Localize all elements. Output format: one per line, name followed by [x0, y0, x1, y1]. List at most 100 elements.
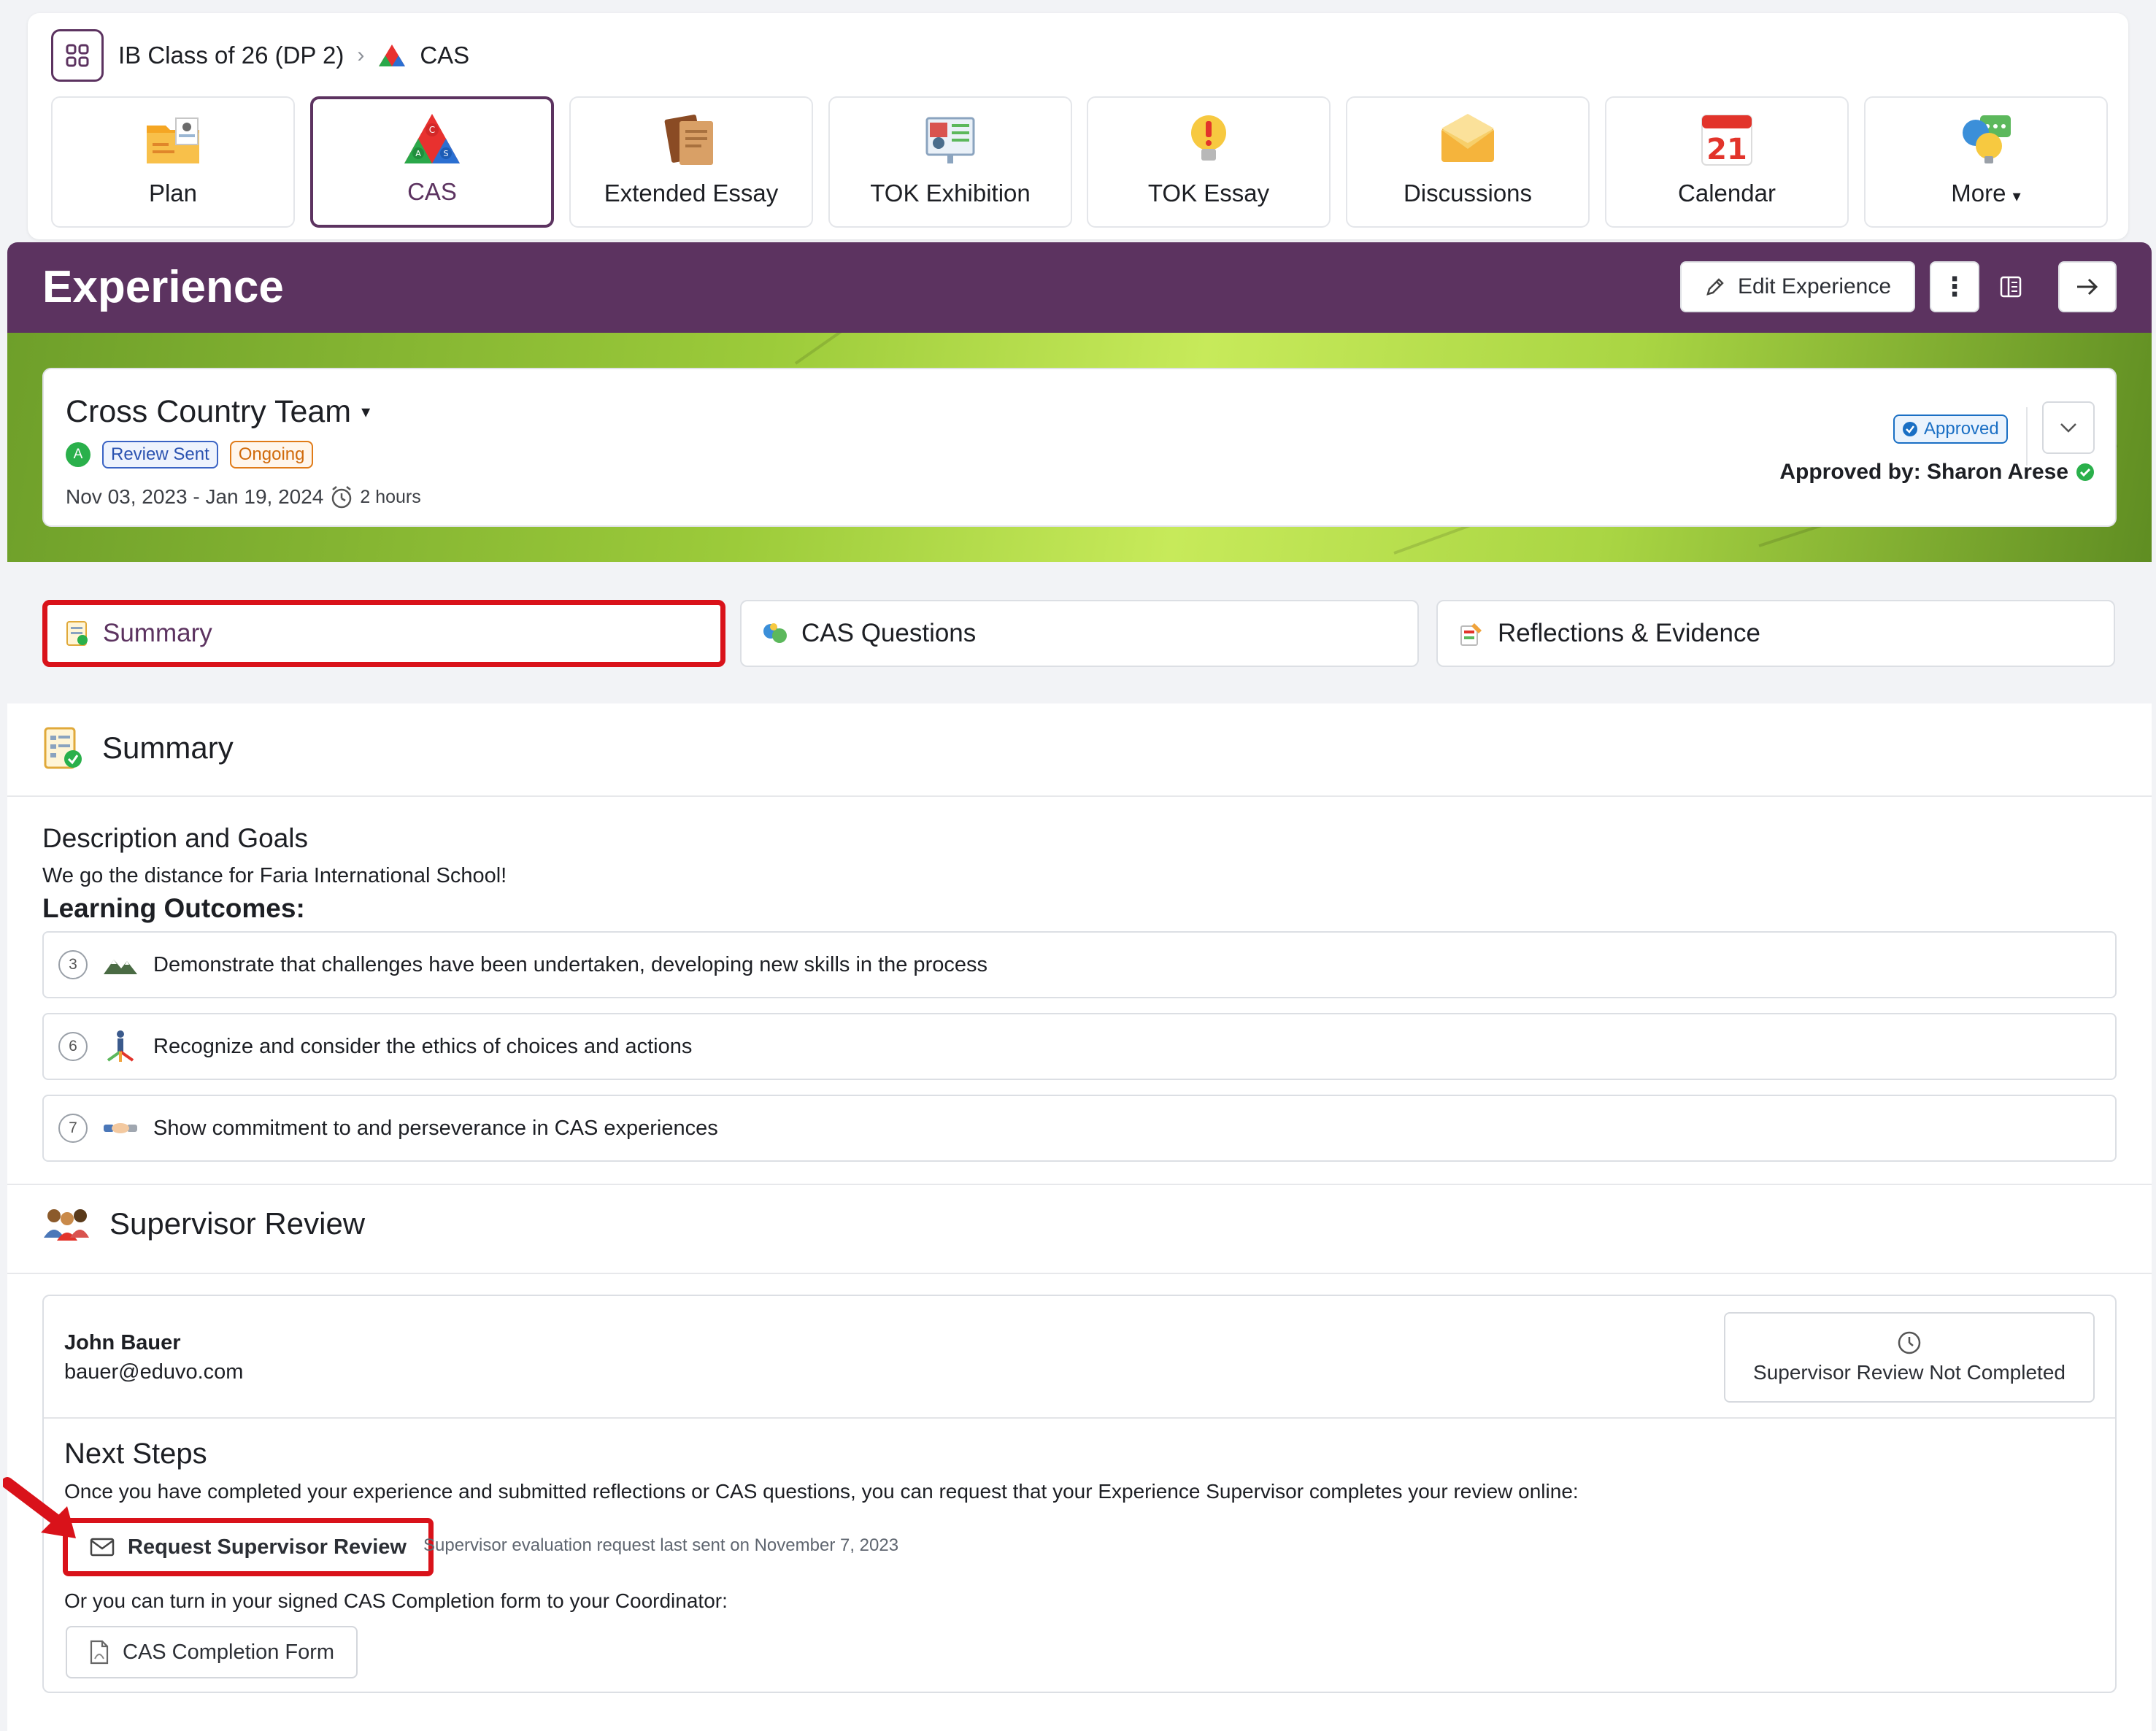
svg-text:S: S	[444, 149, 449, 158]
divider	[7, 795, 2152, 797]
experience-dates: Nov 03, 2023 - Jan 19, 2024	[66, 485, 324, 508]
request-supervisor-review-button[interactable]: Request Supervisor Review	[63, 1518, 434, 1576]
next-steps-heading: Next Steps	[64, 1438, 207, 1470]
extended-essay-icon	[661, 111, 722, 169]
description-text: We go the distance for Faria Internation…	[42, 864, 507, 887]
learning-outcomes-heading: Learning Outcomes:	[42, 893, 305, 923]
or-text: Or you can turn in your signed CAS Compl…	[64, 1589, 728, 1612]
crossroads-icon	[107, 1030, 134, 1062]
pencil-icon	[1706, 278, 1724, 296]
nav-tile-more[interactable]: More ▾	[1864, 96, 2108, 228]
review-sent-badge: Review Sent	[102, 441, 218, 469]
review-status-box: Supervisor Review Not Completed	[1724, 1312, 2095, 1403]
check-circle-icon	[1903, 422, 1917, 436]
nav-tile-plan[interactable]: Plan	[51, 96, 295, 228]
nav-label: Plan	[148, 180, 198, 207]
ongoing-badge: Ongoing	[229, 441, 314, 469]
summary-heading: Summary	[42, 725, 234, 771]
calendar-day: 21	[1706, 133, 1747, 166]
document-panel-button[interactable]	[1993, 269, 2029, 305]
outcome-number: 3	[58, 950, 88, 979]
description-heading: Description and Goals	[42, 823, 309, 853]
cas-icon: C A S	[401, 109, 463, 168]
nav-label: Discussions	[1403, 180, 1533, 207]
supervisor-card: John Bauer bauer@eduvo.com Supervisor Re…	[42, 1295, 2117, 1693]
envelope-icon	[90, 1538, 115, 1557]
last-sent-note: Supervisor evaluation request last sent …	[423, 1535, 899, 1555]
tok-essay-icon	[1178, 111, 1239, 169]
nav-tile-calendar[interactable]: 21 Calendar	[1605, 96, 1849, 228]
learning-outcome-item[interactable]: 3 Demonstrate that challenges have been …	[42, 931, 2117, 998]
clock-icon	[1898, 1331, 1921, 1354]
close-panel-button[interactable]	[2058, 261, 2117, 312]
learning-outcome-item[interactable]: 6 Recognize and consider the ethics of c…	[42, 1013, 2117, 1080]
breadcrumb: IB Class of 26 (DP 2) › CAS	[118, 39, 469, 72]
document-icon	[2000, 276, 2022, 298]
page-title: Experience	[42, 262, 284, 312]
learning-outcome-item[interactable]: 7 Show commitment to and perseverance in…	[42, 1095, 2117, 1162]
next-steps-text: Once you have completed your experience …	[64, 1480, 1579, 1503]
chevron-right-icon: ›	[357, 43, 365, 67]
supervisor-email[interactable]: bauer@eduvo.com	[64, 1360, 243, 1384]
nav-tile-tok-exhibition[interactable]: TOK Exhibition	[828, 96, 1072, 228]
more-icon	[1955, 111, 2017, 169]
outcome-number: 6	[58, 1032, 88, 1061]
discussions-icon	[1437, 111, 1498, 169]
nav-label: Extended Essay	[604, 180, 779, 207]
approved-by: Approved by: Sharon Arese	[1779, 460, 2068, 484]
nav-tile-extended-essay[interactable]: Extended Essay	[569, 96, 813, 228]
supervisor-review-heading: Supervisor Review	[42, 1206, 365, 1242]
approved-badge: Approved	[1893, 415, 2008, 444]
nav-label: Calendar	[1678, 180, 1776, 207]
svg-text:C: C	[429, 125, 435, 135]
tok-exhibition-icon	[920, 111, 981, 169]
alarm-clock-icon	[332, 486, 352, 509]
summary-icon	[44, 727, 82, 769]
experience-name[interactable]: Cross Country Team	[66, 394, 351, 430]
nav-label: TOK Essay	[1147, 180, 1270, 207]
chevron-down-icon	[2060, 423, 2076, 433]
category-badge: A	[66, 442, 91, 467]
cas-completion-form-button[interactable]: CAS Completion Form	[66, 1626, 358, 1678]
apps-grid-button[interactable]	[51, 29, 104, 82]
divider	[7, 1273, 2152, 1274]
tab-reflections-evidence[interactable]: Reflections & Evidence	[1436, 600, 2115, 667]
nav-label: More ▾	[1951, 180, 2021, 207]
nav-label: TOK Exhibition	[870, 180, 1031, 207]
caret-down-icon: ▾	[2012, 187, 2021, 205]
expand-card-button[interactable]	[2042, 401, 2095, 454]
supervisor-name: John Bauer	[64, 1331, 181, 1354]
supervisors-icon	[44, 1209, 89, 1241]
caret-down-icon[interactable]: ▾	[361, 401, 370, 423]
cas-triangle-icon	[379, 45, 406, 66]
annotation-arrow	[3, 1477, 76, 1538]
handshake-icon	[104, 1123, 137, 1133]
mountains-icon	[104, 960, 137, 974]
nav-tile-cas[interactable]: C A S CAS	[310, 96, 554, 228]
grid-icon	[66, 44, 89, 67]
verified-icon	[2076, 463, 2094, 481]
nav-tile-tok-essay[interactable]: TOK Essay	[1087, 96, 1331, 228]
summary-icon	[66, 621, 88, 646]
nav-label: CAS	[407, 178, 457, 205]
experience-header: Experience Edit Experience ⋮	[7, 242, 2152, 333]
divider	[7, 1184, 2152, 1185]
cas-questions-icon	[763, 623, 787, 643]
arrow-right-icon	[2077, 278, 2098, 296]
svg-text:A: A	[415, 149, 421, 158]
outcome-number: 7	[58, 1114, 88, 1143]
plan-icon	[142, 111, 204, 169]
edit-experience-button[interactable]: Edit Experience	[1680, 261, 1915, 312]
breadcrumb-class[interactable]: IB Class of 26 (DP 2)	[118, 42, 344, 69]
calendar-icon: 21	[1696, 111, 1757, 169]
more-options-button[interactable]: ⋮	[1930, 261, 1979, 312]
breadcrumb-current: CAS	[420, 42, 470, 69]
nav-tile-discussions[interactable]: Discussions	[1346, 96, 1590, 228]
pdf-file-icon	[90, 1640, 109, 1665]
tab-summary[interactable]: Summary	[42, 600, 725, 667]
reflections-icon	[1460, 623, 1482, 646]
experience-card: Cross Country Team ▾ A Review Sent Ongoi…	[42, 368, 2117, 527]
tab-cas-questions[interactable]: CAS Questions	[740, 600, 1419, 667]
kebab-icon: ⋮	[1941, 271, 1968, 301]
experience-duration: 2 hours	[360, 486, 421, 507]
